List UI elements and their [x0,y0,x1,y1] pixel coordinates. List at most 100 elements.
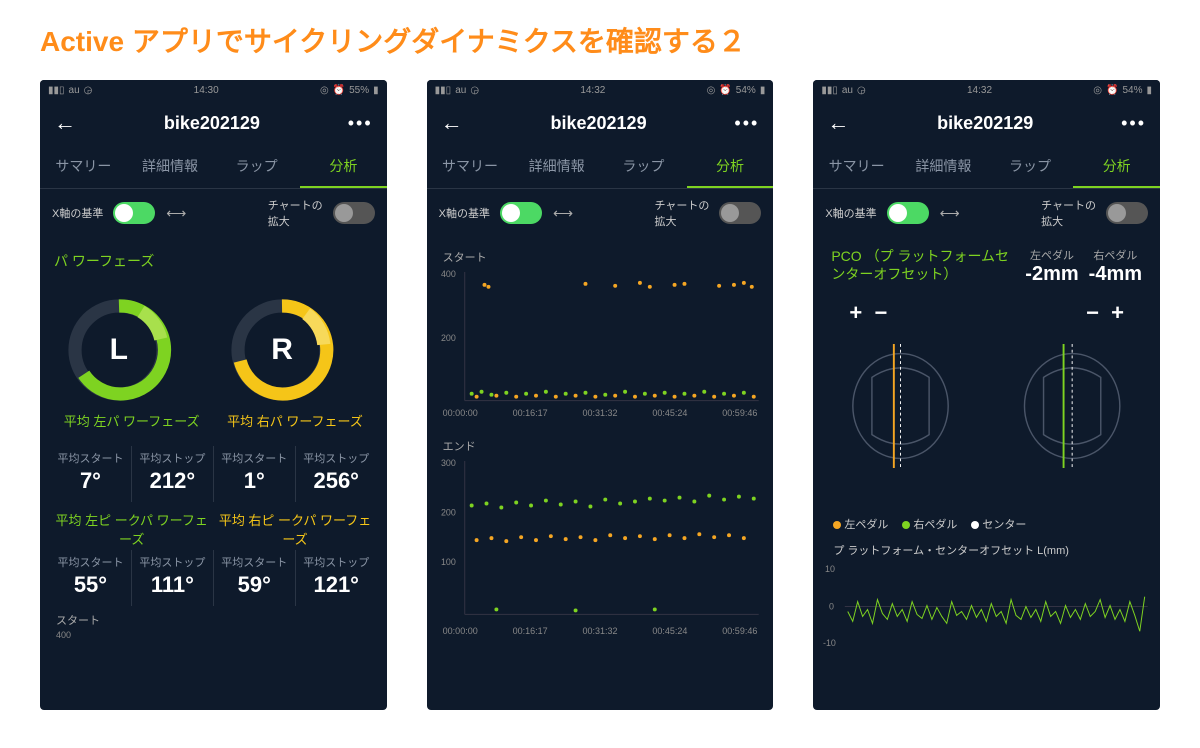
right-pedal-value: -4mm [1089,263,1142,286]
carrier: au [455,85,466,96]
stat-label: 平均スタート [216,450,293,466]
tab-summary[interactable]: サマリー [40,146,127,188]
x-basis-label: X軸の基準 [825,205,876,221]
dot-white-icon [971,521,979,529]
stat-value: 256° [298,468,375,494]
more-icon[interactable]: ••• [1121,113,1146,134]
x-basis-toggle[interactable] [887,202,929,224]
back-arrow-icon[interactable]: ← [441,110,463,136]
zoom-toggle[interactable] [333,202,375,224]
pedal-svg [829,326,1144,486]
tab-bar: サマリー 詳細情報 ラップ 分析 [813,146,1160,189]
ruler-icon[interactable]: ⟷ [939,202,961,224]
tab-detail[interactable]: 詳細情報 [127,146,214,188]
tab-laps[interactable]: ラップ [213,146,300,188]
right-pedal-label: 右ペダル [1089,247,1142,263]
x-basis-toggle[interactable] [500,202,542,224]
pco-line-chart[interactable]: 10 0 -10 [823,562,1150,651]
stat-value: 1° [216,468,293,494]
tab-summary[interactable]: サマリー [813,146,900,188]
chart-toolbar: X軸の基準 ⟷ チャートの 拡大 [813,189,1160,237]
more-icon[interactable]: ••• [348,113,373,134]
battery-pct: 54% [1122,85,1142,96]
arc-left-wrap: L 平均 左パ ワーフェーズ [64,295,200,440]
pco-legend: 左ペダル 右ペダル センター [823,510,1150,538]
left-pedal-label: 左ペダル [1025,247,1078,263]
tab-analysis[interactable]: 分析 [1073,146,1160,188]
stats-row-1: 平均スタート7° 平均ストップ212° 平均スタート1° 平均ストップ256° [50,446,377,502]
stat-value: 212° [134,468,211,494]
stats-row-2: 平均スタート55° 平均ストップ111° 平均スタート59° 平均ストップ121… [50,550,377,606]
chart-toolbar: X軸の基準 ⟷ チャートの 拡大 [427,189,774,237]
start-label: スタート [437,243,764,267]
avg-right-caption: 平均 右パ ワーフェーズ [227,405,363,440]
tab-detail[interactable]: 詳細情報 [513,146,600,188]
status-bar: ▮▮▯au◶ 14:30 ◎⏰55%▮ [40,80,387,100]
page-title: Active アプリでサイクリングダイナミクスを確認する２ [40,20,1160,60]
app-title: bike202129 [164,113,260,134]
arc-left-letter: L [110,333,128,367]
ruler-icon[interactable]: ⟷ [165,202,187,224]
location-icon: ◎ [1093,85,1102,96]
zoom-toggle[interactable] [719,202,761,224]
start-label: スタート [50,606,377,630]
tab-analysis[interactable]: 分析 [300,146,387,188]
stat-label: 平均ストップ [298,554,375,570]
y-200: 200 [441,333,456,343]
scatter-start-chart[interactable]: 400 200 00:00:0000:16:1700:31:3200:45:24… [437,267,764,418]
app-header: ← bike202129 ••• [427,100,774,146]
scatter-end-chart[interactable]: 300 200 100 00:00:0000:16:1700:31:3200:4… [437,456,764,636]
signal-icon: ▮▮▯ [435,85,452,96]
content-2: スタート 400 200 00:00:0000:16:1700:31:3200:… [427,237,774,710]
location-icon: ◎ [707,85,716,96]
zoom-toggle[interactable] [1106,202,1148,224]
alarm-icon: ⏰ [719,85,731,96]
minus-icon: − [1086,300,1099,325]
svg-text:-10: -10 [823,638,836,648]
x-basis-toggle[interactable] [113,202,155,224]
left-pedal-value: -2mm [1025,263,1078,286]
plus-icon: + [1111,300,1124,325]
x-basis-label: X軸の基準 [52,205,103,221]
dot-green-icon [902,521,910,529]
svg-text:100: 100 [441,556,456,566]
status-bar: ▮▮▯au◶ 14:32 ◎⏰54%▮ [427,80,774,100]
avg-left-caption: 平均 左パ ワーフェーズ [64,405,200,440]
svg-text:300: 300 [441,457,456,467]
wifi-icon: ◶ [84,85,93,96]
zoom-label: チャートの 拡大 [654,197,709,229]
x-basis-label: X軸の基準 [439,205,490,221]
tab-analysis[interactable]: 分析 [687,146,774,188]
phone-1: ▮▮▯au◶ 14:30 ◎⏰55%▮ ← bike202129 ••• サマリ… [40,80,387,710]
arc-right-wrap: R 平均 右パ ワーフェーズ [227,295,363,440]
chart-toolbar: X軸の基準 ⟷ チャートの 拡大 [40,189,387,237]
x-ticks: 00:00:0000:16:1700:31:3200:45:2400:59:46 [437,406,764,418]
tab-detail[interactable]: 詳細情報 [900,146,987,188]
alarm-icon: ⏰ [1106,85,1118,96]
battery-pct: 54% [736,85,756,96]
dot-orange-icon [833,521,841,529]
line-chart-title: プ ラットフォーム・センターオフセット L(mm) [823,538,1150,562]
stat-value: 121° [298,572,375,598]
more-icon[interactable]: ••• [734,113,759,134]
wifi-icon: ◶ [857,85,866,96]
phone-3: ▮▮▯au◶ 14:32 ◎⏰54%▮ ← bike202129 ••• サマリ… [813,80,1160,710]
svg-text:0: 0 [829,602,834,612]
avg-right-peak: 平均 右ピ ークパ ワーフェーズ [213,502,376,550]
back-arrow-icon[interactable]: ← [827,110,849,136]
status-bar: ▮▮▯au◶ 14:32 ◎⏰54%▮ [813,80,1160,100]
arc-left: L [64,295,174,405]
tab-laps[interactable]: ラップ [600,146,687,188]
stat-label: 平均スタート [216,554,293,570]
tab-bar: サマリー 詳細情報 ラップ 分析 [427,146,774,189]
pco-header: PCO （プ ラットフォームセンターオフセット） 左ペダル-2mm 右ペダル-4… [823,243,1150,290]
tab-summary[interactable]: サマリー [427,146,514,188]
back-arrow-icon[interactable]: ← [54,110,76,136]
alarm-icon: ⏰ [333,85,345,96]
tab-laps[interactable]: ラップ [987,146,1074,188]
stat-label: 平均ストップ [298,450,375,466]
ruler-icon[interactable]: ⟷ [552,202,574,224]
location-icon: ◎ [320,85,329,96]
power-phase-label: パ ワーフェーズ [50,243,377,279]
carrier: au [69,85,80,96]
